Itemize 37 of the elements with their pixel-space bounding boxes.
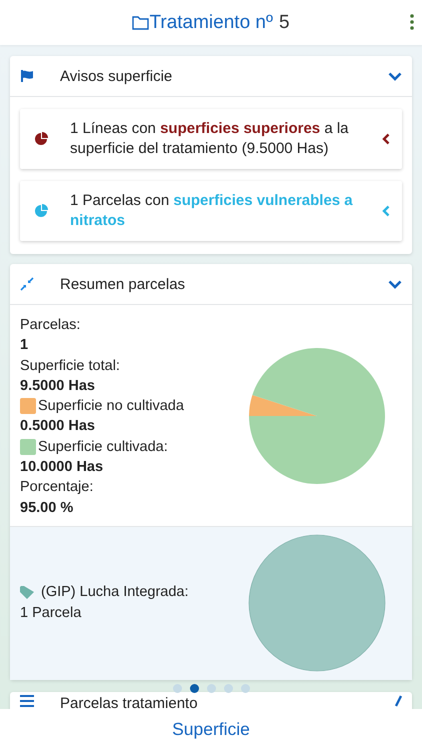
field-value: 10.0000 Has [20, 458, 104, 478]
warning-text: 1 Líneas con superficies superiores a la superficie del tratamiento (9.5000 Has) [70, 119, 350, 159]
list-icon [20, 694, 34, 707]
page-dot[interactable] [190, 684, 198, 693]
legend-label: Superficie cultivada: [38, 438, 168, 457]
chevron-down-icon[interactable] [388, 280, 402, 288]
section-title: Resumen parcelas [60, 276, 186, 292]
group-count: 1 Parcela [20, 604, 82, 624]
tag-icon [20, 586, 37, 600]
field-label: Superficie total: [20, 356, 121, 376]
legend-label: Superficie no cultivada [38, 397, 184, 416]
page-dot[interactable] [206, 684, 216, 693]
field-label: Porcentaje: [20, 478, 94, 498]
treatment-number: 5 [278, 12, 290, 34]
more-options-icon[interactable] [410, 14, 414, 30]
folder-icon [132, 16, 150, 30]
field-value: 1 [20, 336, 30, 356]
page-dot[interactable] [224, 684, 232, 693]
warning-card[interactable]: 1 Líneas con superficies superiores a la superficie del tratamiento (9.5000 Has) [20, 109, 402, 169]
screen-title: Tratamiento nº [149, 12, 273, 34]
field-value: 95.00 % [20, 498, 74, 518]
group-label: (GIP) Lucha Integrada: [41, 583, 188, 602]
chevron-down-icon[interactable] [388, 72, 402, 80]
field-value: 0.5000 Has [20, 417, 96, 436]
field-value: 9.5000 Has [20, 376, 96, 396]
page-dot[interactable] [240, 684, 250, 693]
flag-icon [20, 70, 34, 82]
chevron-left-icon[interactable] [382, 133, 390, 145]
section-title: Avisos superficie [60, 68, 174, 84]
compress-icon [20, 277, 34, 291]
bottom-tab[interactable]: Superficie [172, 719, 250, 740]
page-dot[interactable] [172, 684, 182, 693]
warning-text: 1 Parcelas con superficies vulnerables a nitratos [70, 191, 354, 231]
field-label: Parcelas: [20, 316, 82, 335]
warning-card[interactable]: 1 Parcelas con superficies vulnerables a nitratos [20, 181, 402, 241]
pencil-icon[interactable] [394, 694, 402, 707]
section-title: Parcelas tratamiento [60, 694, 199, 712]
